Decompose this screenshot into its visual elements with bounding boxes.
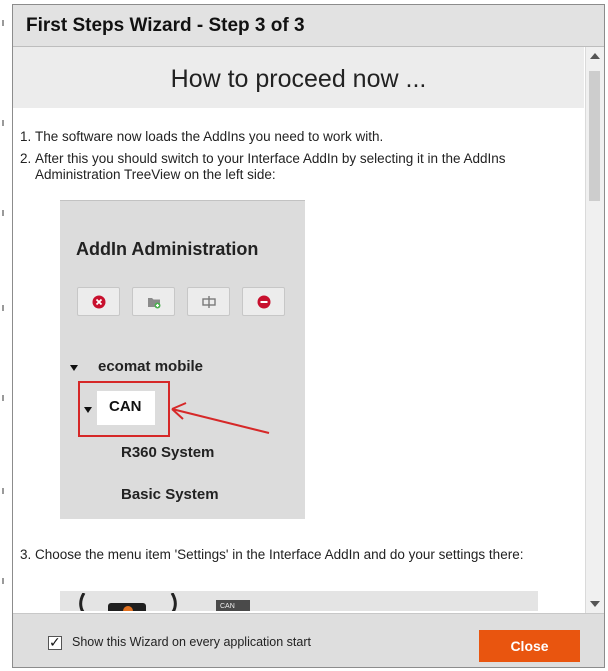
window-title: First Steps Wizard - Step 3 of 3 [26,15,305,36]
scroll-up-icon[interactable] [590,53,600,59]
tree-item-r360-system: R360 System [121,444,215,461]
step-text: Choose the menu item 'Settings' in the I… [35,547,524,562]
show-wizard-label[interactable]: Show this Wizard on every application st… [72,635,311,649]
device-cable-icon [79,593,177,611]
step-number: 2. [20,151,32,166]
step-1: 1. The software now loads the AddIns you… [20,129,384,145]
expand-arrow-icon [70,365,78,371]
scroll-thumb[interactable] [589,71,600,201]
can-tag-label: CAN [220,603,235,610]
vertical-scrollbar[interactable] [585,47,604,613]
step-2: 2. After this you should switch to your … [20,151,506,183]
background-window-edge [0,0,11,671]
step-text-continued: Administration TreeView on the left side… [35,167,276,182]
step-text: The software now loads the AddIns you ne… [35,129,384,144]
minus-icon [242,287,285,316]
step-number: 1. [20,129,32,144]
step-number: 3. [20,547,32,562]
addin-administration-screenshot: AddIn Administration ecomat mobile CAN R… [60,200,305,519]
highlight-box: CAN [78,381,170,437]
tree-item-can-selected: CAN [97,391,155,425]
title-bar: First Steps Wizard - Step 3 of 3 [13,5,604,47]
tree-item-label: CAN [109,398,142,415]
tree-item-ecomat-mobile: ecomat mobile [98,358,204,375]
close-button[interactable]: Close [479,630,580,662]
checkmark-icon: ✓ [49,634,61,650]
pointer-arrow-icon [171,402,270,434]
remove-icon [77,287,120,316]
step-3: 3. Choose the menu item 'Settings' in th… [20,547,524,563]
scroll-down-icon[interactable] [590,601,600,607]
header-band: How to proceed now ... [13,47,584,108]
step-text: After this you should switch to your Int… [35,151,506,166]
footer-bar: ✓ Show this Wizard on every application … [13,613,604,667]
content-area: 1. The software now loads the AddIns you… [13,108,584,611]
configure-icon [187,287,230,316]
expand-arrow-icon [84,407,92,413]
add-folder-icon [132,287,175,316]
can-tag: CAN [216,600,250,611]
tree-item-basic-system: Basic System [121,486,219,503]
settings-screenshot: CAN [60,591,538,611]
first-steps-wizard-dialog: First Steps Wizard - Step 3 of 3 How to … [12,4,605,668]
page-heading: How to proceed now ... [170,65,427,93]
addin-administration-title: AddIn Administration [76,239,259,259]
show-wizard-checkbox[interactable]: ✓ [48,634,62,650]
